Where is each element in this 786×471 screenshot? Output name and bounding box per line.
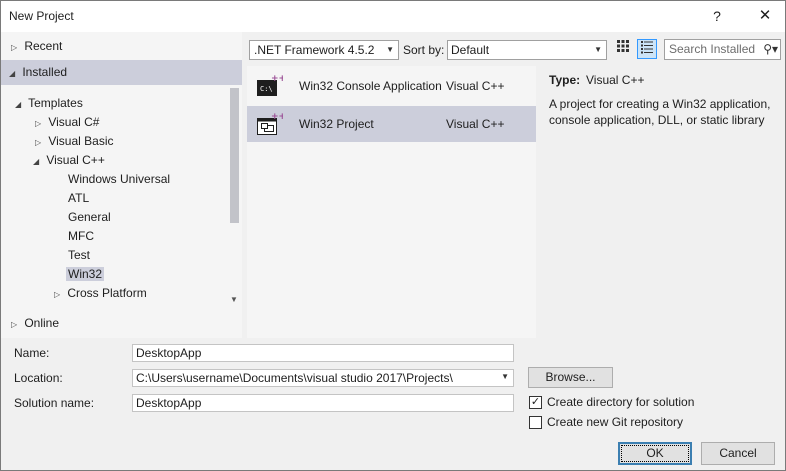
tree-item-label: MFC (68, 229, 94, 243)
template-name: Win32 Console Application (299, 79, 442, 93)
tree-item-label: Visual C++ (46, 153, 105, 167)
create-git-repo-checkbox[interactable] (529, 416, 542, 429)
browse-button[interactable]: Browse... (528, 367, 613, 388)
tree-item-label: Visual Basic (48, 134, 114, 148)
grid-view-icon-glyph (617, 40, 629, 52)
scroll-down-icon[interactable]: ▼ (230, 295, 238, 304)
tree-item-label: Test (68, 248, 91, 262)
tree-item-label: Templates (28, 96, 83, 110)
tree-item-atl[interactable]: ATL (68, 188, 89, 208)
chevron-down-icon: ▼ (386, 45, 394, 54)
framework-value: .NET Framework 4.5.2 (254, 43, 375, 57)
tree-item-recent[interactable]: ▷ Recent (11, 36, 62, 56)
console-app-icon: C:\ ++ (257, 74, 286, 98)
svg-text:++: ++ (271, 112, 283, 122)
new-project-dialog: New Project ? ✕ ▷ Recent ◢ Installed ◢ T… (0, 0, 786, 471)
list-view-icon[interactable] (637, 39, 657, 59)
collapse-arrow-icon[interactable]: ◢ (33, 152, 43, 172)
tree-item-windows-universal[interactable]: Windows Universal (68, 169, 170, 189)
collapse-arrow-icon[interactable]: ◢ (9, 64, 19, 84)
search-icon[interactable]: ⚲▾ (761, 40, 778, 59)
create-directory-label[interactable]: Create directory for solution (547, 395, 694, 409)
sort-by-label: Sort by: (403, 43, 445, 57)
svg-text:++: ++ (271, 74, 283, 84)
tree-item-online[interactable]: ▷ Online (11, 313, 59, 333)
title-bar: New Project ? ✕ (1, 1, 785, 32)
tree-item-visual-csharp[interactable]: ▷ Visual C# (35, 112, 99, 132)
expand-arrow-icon[interactable]: ▷ (11, 315, 21, 335)
divider (1, 338, 785, 339)
expand-arrow-icon[interactable]: ▷ (54, 285, 64, 305)
tree-item-label: Win32 (66, 267, 105, 281)
solution-name-field[interactable]: DesktopApp (132, 394, 514, 412)
sort-select[interactable]: Default ▼ (447, 40, 607, 60)
ok-button[interactable]: OK (618, 442, 692, 465)
dialog-title: New Project (9, 9, 74, 23)
search-installed-input[interactable]: Search Installed ⚲▾ (664, 39, 781, 60)
tree-item-visual-basic[interactable]: ▷ Visual Basic (35, 131, 114, 151)
tree-item-label: General (68, 210, 111, 224)
list-item-win32-project[interactable]: ++ Win32 Project Visual C++ (247, 106, 536, 142)
tree-item-label: Windows Universal (68, 172, 171, 186)
tree-item-templates[interactable]: ◢ Templates (15, 93, 83, 113)
tree-item-win32[interactable]: Win32 (66, 264, 105, 284)
chevron-down-icon: ▼ (594, 45, 602, 54)
template-description: A project for creating a Win32 applicati… (549, 97, 771, 127)
type-label: Type: (549, 73, 581, 87)
tree-item-label: Visual C# (48, 115, 100, 129)
search-placeholder: Search Installed (669, 42, 756, 56)
tree-item-label: Installed (22, 65, 68, 79)
tree-item-test[interactable]: Test (68, 245, 90, 265)
location-field[interactable]: C:\Users\username\Documents\visual studi… (132, 369, 514, 387)
template-language: Visual C++ (446, 79, 505, 93)
location-label: Location: (14, 371, 63, 385)
collapse-arrow-icon[interactable]: ◢ (15, 95, 25, 115)
tree-item-label: ATL (68, 191, 90, 205)
cancel-button[interactable]: Cancel (701, 442, 775, 465)
create-git-repo-label[interactable]: Create new Git repository (547, 415, 683, 429)
type-value: Visual C++ (586, 73, 645, 87)
tree-item-general[interactable]: General (68, 207, 111, 227)
name-field[interactable]: DesktopApp (132, 344, 514, 362)
expand-arrow-icon[interactable]: ▷ (11, 38, 21, 58)
template-name: Win32 Project (299, 117, 374, 131)
list-item-win32-console-app[interactable]: C:\ ++ Win32 Console Application Visual … (247, 68, 536, 104)
framework-select[interactable]: .NET Framework 4.5.2 ▼ (249, 40, 399, 60)
sort-value: Default (451, 43, 490, 57)
grid-view-icon[interactable] (613, 39, 633, 59)
location-value: C:\Users\username\Documents\visual studi… (136, 371, 453, 385)
tree-item-label: Cross Platform (67, 286, 147, 300)
svg-text:C:\: C:\ (260, 85, 273, 93)
tree-item-mfc[interactable]: MFC (68, 226, 94, 246)
list-view-icon-glyph (641, 41, 653, 54)
solution-name-label: Solution name: (14, 396, 95, 410)
template-tree: ▷ Recent ◢ Installed ◢ Templates ▷ Visua… (1, 32, 242, 338)
tree-item-visual-cpp[interactable]: ◢ Visual C++ (33, 150, 105, 170)
template-list: C:\ ++ Win32 Console Application Visual … (247, 66, 536, 338)
template-language: Visual C++ (446, 117, 505, 131)
help-button[interactable]: ? (703, 5, 731, 27)
name-label: Name: (14, 346, 50, 360)
tree-item-installed-label-row[interactable]: ◢ Installed (9, 62, 67, 82)
scrollbar-thumb[interactable] (230, 88, 239, 223)
create-directory-checkbox[interactable]: ✓ (529, 396, 542, 409)
chevron-down-icon[interactable]: ▼ (501, 369, 509, 385)
tree-item-label: Recent (24, 39, 63, 53)
win32-project-icon: ++ (257, 112, 286, 136)
close-button[interactable]: ✕ (751, 5, 779, 27)
tree-item-cross-platform[interactable]: ▷ Cross Platform (54, 283, 147, 303)
tree-scrollbar[interactable]: ▼ (227, 85, 242, 309)
tree-item-label: Online (24, 316, 60, 330)
